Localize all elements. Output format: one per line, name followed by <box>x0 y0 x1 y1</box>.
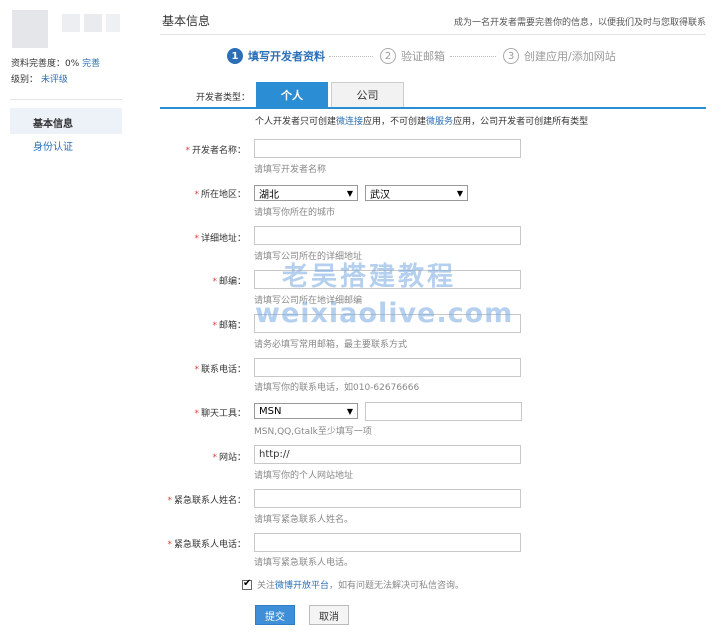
desc-text: 应用，不可创建 <box>363 117 427 127</box>
step-label: 验证邮箱 <box>401 50 445 63</box>
sidebar-item-label: 基本信息 <box>33 119 73 130</box>
step-1: 1 填写开发者资料 <box>227 47 325 65</box>
dropdown-arrow-icon: ▼ <box>346 406 353 416</box>
province-value: 湖北 <box>259 189 279 201</box>
required-mark: * <box>194 234 199 244</box>
submit-button[interactable]: 提交 <box>255 605 295 625</box>
label-text: 开发者名称： <box>191 146 246 156</box>
label-text: 所在地区： <box>200 190 246 200</box>
step-number: 2 <box>380 48 396 64</box>
weibo-open-platform-link[interactable]: 微博开放平台 <box>275 578 329 591</box>
micro-service-link[interactable]: 微服务 <box>426 117 453 127</box>
emergency-phone-hint: 请填写紧急联系人电话。 <box>254 558 354 568</box>
sidebar-item-basic-info[interactable]: 基本信息 <box>10 108 122 134</box>
website-label: * 网站： <box>136 450 246 463</box>
page-tip: 成为一名开发者需要完善你的信息，以便我们及时与您取得联系 <box>453 18 706 28</box>
dev-type-label: 开发者类型： <box>196 93 251 103</box>
emergency-phone-label: * 紧急联系人电话： <box>136 537 246 550</box>
required-mark: * <box>185 146 190 156</box>
label-text: 联系电话： <box>200 365 246 375</box>
im-type-value: MSN <box>259 405 282 417</box>
im-type-select[interactable]: MSN ▼ <box>254 403 358 419</box>
website-hint: 请填写你的个人网站地址 <box>254 471 354 481</box>
province-select[interactable]: 湖北 ▼ <box>254 185 358 201</box>
page-title: 基本信息 <box>162 14 211 28</box>
follow-checkbox-row: 关注微博开放平台，如有问题无法解决可私信咨询。 <box>242 578 464 591</box>
label-text: 邮编： <box>218 277 246 287</box>
label-text: 紧急联系人电话： <box>173 540 246 550</box>
required-mark: * <box>212 321 217 331</box>
step-label: 填写开发者资料 <box>248 50 325 63</box>
emergency-name-input[interactable] <box>254 489 521 508</box>
follow-suffix: ，如有问题无法解决可私信咨询。 <box>329 581 465 591</box>
watermark-url: weixiaolive.com <box>255 298 514 329</box>
label-text: 邮箱： <box>218 321 246 331</box>
dev-name-hint: 请填写开发者名称 <box>254 165 327 175</box>
avatar <box>12 10 120 50</box>
required-mark: * <box>167 496 172 506</box>
city-value: 武汉 <box>370 189 390 201</box>
label-text: 网站： <box>218 453 246 463</box>
emergency-name-label: * 紧急联系人姓名： <box>136 493 246 506</box>
emergency-phone-input[interactable] <box>254 533 521 552</box>
required-mark: * <box>212 453 217 463</box>
complete-profile-link[interactable]: 完善 <box>82 59 100 69</box>
follow-prefix: 关注 <box>257 581 276 591</box>
header-divider <box>160 34 706 35</box>
im-label: * 聊天工具： <box>136 406 246 419</box>
emergency-name-hint: 请填写紧急联系人姓名。 <box>254 515 354 525</box>
micro-connect-link[interactable]: 微连接 <box>336 117 363 127</box>
address-input[interactable] <box>254 226 521 245</box>
profile-summary: 资料完善度：0% 完善 级别： 未评级 <box>11 56 100 88</box>
desc-text: 个人开发者只可创建 <box>255 117 337 127</box>
dropdown-arrow-icon: ▼ <box>456 188 463 198</box>
label-text: 紧急联系人姓名： <box>173 496 246 506</box>
required-mark: * <box>194 365 199 375</box>
region-label: * 所在地区： <box>136 187 246 200</box>
required-mark: * <box>194 409 199 419</box>
tab-company[interactable]: 公司 <box>331 82 404 107</box>
step-number: 3 <box>503 48 519 64</box>
level-label: 级别： <box>11 75 39 85</box>
label-text: 聊天工具： <box>200 409 246 419</box>
label-text: 详细地址： <box>200 234 246 244</box>
level-value-link[interactable]: 未评级 <box>41 75 68 85</box>
email-hint: 请务必填写常用邮箱，最主要联系方式 <box>254 340 408 350</box>
step-label: 创建应用/添加网站 <box>524 50 616 63</box>
im-account-input[interactable] <box>365 402 522 421</box>
watermark-text: 老吴搭建教程 <box>282 262 457 292</box>
city-select[interactable]: 武汉 ▼ <box>365 185 468 201</box>
region-hint: 请填写你所在的城市 <box>254 208 336 218</box>
step-connector <box>329 56 373 57</box>
required-mark: * <box>212 277 217 287</box>
cancel-button[interactable]: 取消 <box>309 605 349 625</box>
dev-name-input[interactable] <box>254 139 521 158</box>
dev-type-description: 个人开发者只可创建微连接应用，不可创建微服务应用，公司开发者可创建所有类型 <box>255 114 588 127</box>
address-label: * 详细地址： <box>136 231 246 244</box>
im-hint: MSN,QQ,Gtalk至少填写一项 <box>254 427 372 437</box>
step-3: 3 创建应用/添加网站 <box>503 47 616 65</box>
phone-label: * 联系电话： <box>136 362 246 375</box>
phone-input[interactable] <box>254 358 521 377</box>
step-2: 2 验证邮箱 <box>380 47 445 65</box>
sidebar-item-identity[interactable]: 身份认证 <box>33 138 73 153</box>
sidebar-divider <box>10 99 122 100</box>
website-input[interactable] <box>254 445 521 464</box>
dropdown-arrow-icon: ▼ <box>346 188 353 198</box>
required-mark: * <box>167 540 172 550</box>
dev-name-label: * 开发者名称： <box>136 143 246 156</box>
desc-text: 应用，公司开发者可创建所有类型 <box>453 117 589 127</box>
follow-checkbox[interactable] <box>242 578 252 590</box>
email-label: * 邮箱： <box>136 318 246 331</box>
step-connector <box>450 56 496 57</box>
tab-personal[interactable]: 个人 <box>256 82 328 107</box>
required-mark: * <box>194 190 199 200</box>
tab-underline <box>160 107 706 109</box>
completeness-label: 资料完善度：0% <box>11 59 80 69</box>
step-number: 1 <box>227 48 243 64</box>
phone-hint: 请填写你的联系电话，如010-62676666 <box>254 383 420 393</box>
zipcode-label: * 邮编： <box>136 274 246 287</box>
